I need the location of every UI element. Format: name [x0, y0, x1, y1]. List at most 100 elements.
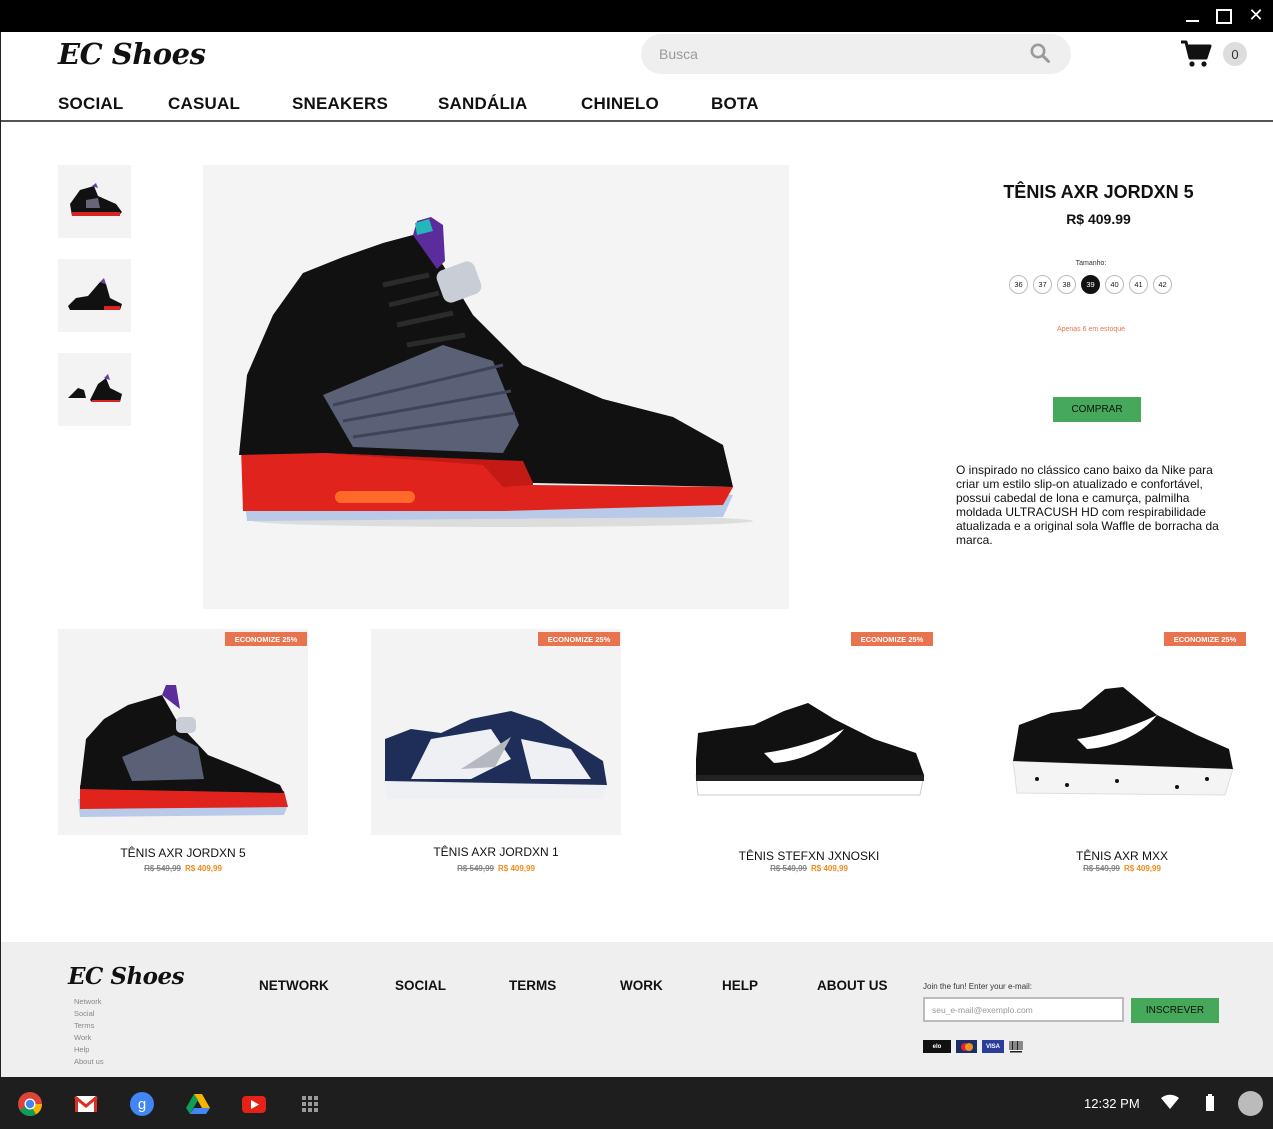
- launcher-icon[interactable]: [297, 1091, 323, 1117]
- footer-logo[interactable]: EC Shoes: [68, 963, 185, 990]
- discount-badge: ECONOMIZE 25%: [538, 632, 620, 646]
- discount-badge: ECONOMIZE 25%: [1164, 632, 1246, 646]
- shoe-thumbnail-image: [67, 373, 122, 402]
- footer-nav-work[interactable]: WORK: [620, 978, 663, 993]
- search-input[interactable]: [659, 34, 1019, 74]
- shoe-main-image: [239, 217, 753, 527]
- stock-notice: Apenas 6 em estoque: [1056, 326, 1126, 333]
- close-icon[interactable]: ✕: [1247, 7, 1265, 25]
- product-card-name[interactable]: TÊNIS AXR MXX: [997, 849, 1247, 863]
- product-thumbnail[interactable]: [58, 259, 131, 332]
- size-option[interactable]: 38: [1057, 275, 1076, 294]
- minimize-icon[interactable]: [1183, 7, 1201, 25]
- nav-item-bota[interactable]: BOTA: [711, 94, 759, 114]
- discount-badge: ECONOMIZE 25%: [225, 632, 307, 646]
- footer-link-about[interactable]: About us: [74, 1056, 104, 1068]
- footer-link-social[interactable]: Social: [74, 1008, 104, 1020]
- footer-link-network[interactable]: Network: [74, 996, 104, 1008]
- product-card-image[interactable]: [58, 629, 308, 835]
- product-card-prices: R$ 549,99 R$ 409,99: [371, 864, 621, 873]
- shoe-thumbnail-image: [69, 182, 122, 216]
- youtube-icon[interactable]: [241, 1091, 267, 1117]
- product-card-prices: R$ 549,99 R$ 409,99: [58, 864, 308, 873]
- cart-count-badge[interactable]: 0: [1223, 42, 1247, 66]
- footer-link-help[interactable]: Help: [74, 1044, 104, 1056]
- discount-badge: ECONOMIZE 25%: [851, 632, 933, 646]
- size-selector: 36 37 38 39 40 41 42: [1009, 275, 1172, 294]
- product-card-image[interactable]: [997, 629, 1247, 835]
- product-card-name[interactable]: TÊNIS AXR JORDXN 5: [58, 846, 308, 860]
- os-shelf: g 12:32 PM: [0, 1077, 1273, 1129]
- buy-button[interactable]: COMPRAR: [1053, 397, 1141, 422]
- size-option[interactable]: 41: [1129, 275, 1148, 294]
- footer-nav-terms[interactable]: TERMS: [509, 978, 556, 993]
- sale-price: R$ 409,99: [185, 864, 222, 873]
- search-icon[interactable]: [1030, 43, 1050, 63]
- product-card-prices: R$ 549,99 R$ 409,99: [684, 864, 934, 873]
- product-title: TÊNIS AXR JORDXN 5: [1003, 182, 1194, 202]
- size-label: Tamanho:: [1075, 260, 1107, 267]
- avatar[interactable]: [1238, 1091, 1263, 1116]
- product-card[interactable]: TÊNIS AXR JORDXN 1 R$ 549,99 R$ 409,99: [371, 629, 621, 879]
- nav-item-chinelo[interactable]: CHINELO: [581, 94, 659, 114]
- product-card-name[interactable]: TÊNIS AXR JORDXN 1: [371, 845, 621, 859]
- drive-icon[interactable]: [185, 1091, 211, 1117]
- product-thumbnail[interactable]: [58, 353, 131, 426]
- nav-item-casual[interactable]: CASUAL: [168, 94, 240, 114]
- nav-item-social[interactable]: SOCIAL: [58, 94, 123, 114]
- footer-link-work[interactable]: Work: [74, 1032, 104, 1044]
- old-price: R$ 549,99: [770, 864, 807, 873]
- product-main-image[interactable]: [203, 165, 789, 609]
- visa-payment-icon: VISA: [982, 1040, 1004, 1053]
- cart-icon[interactable]: [1180, 40, 1212, 68]
- size-option[interactable]: 40: [1105, 275, 1124, 294]
- mastercard-payment-icon: [956, 1040, 977, 1053]
- product-card-image[interactable]: [684, 629, 934, 835]
- footer: EC Shoes Network Social Terms Work Help …: [1, 942, 1273, 1077]
- footer-nav-about[interactable]: ABOUT US: [817, 978, 888, 993]
- product-card[interactable]: TÊNIS STEFXN JXNOSKI R$ 549,99 R$ 409,99: [684, 629, 934, 879]
- old-price: R$ 549,99: [457, 864, 494, 873]
- category-nav: SOCIAL CASUAL SNEAKERS SANDÁLIA CHINELO …: [1, 92, 1273, 122]
- product-price: R$ 409.99: [1066, 211, 1131, 227]
- size-option-selected[interactable]: 39: [1081, 275, 1100, 294]
- app-window: EC Shoes 0 SOCIAL CASUAL SNEAKERS SANDÁL…: [0, 32, 1273, 1077]
- sale-price: R$ 409,99: [811, 864, 848, 873]
- newsletter-email-field[interactable]: [923, 997, 1124, 1022]
- product-card[interactable]: TÊNIS AXR MXX R$ 549,99 R$ 409,99: [997, 629, 1247, 879]
- nav-item-sneakers[interactable]: SNEAKERS: [292, 94, 388, 114]
- footer-nav-network[interactable]: NETWORK: [259, 978, 329, 993]
- footer-nav-help[interactable]: HELP: [722, 978, 758, 993]
- product-card-image[interactable]: [371, 629, 621, 835]
- google-icon[interactable]: g: [129, 1091, 155, 1117]
- product-card[interactable]: TÊNIS AXR JORDXN 5 R$ 549,99 R$ 409,99: [58, 629, 308, 879]
- size-option[interactable]: 42: [1153, 275, 1172, 294]
- footer-nav-social[interactable]: SOCIAL: [395, 978, 446, 993]
- old-price: R$ 549,99: [1083, 864, 1120, 873]
- old-price: R$ 549,99: [144, 864, 181, 873]
- subscribe-button[interactable]: INSCREVER: [1131, 998, 1219, 1023]
- footer-link-list: Network Social Terms Work Help About us: [74, 996, 104, 1068]
- footer-link-terms[interactable]: Terms: [74, 1020, 104, 1032]
- system-clock[interactable]: 12:32 PM: [1084, 1096, 1140, 1111]
- elo-payment-icon: elo: [923, 1040, 951, 1053]
- search-bar: [641, 34, 1071, 74]
- window-titlebar: ✕: [0, 0, 1273, 32]
- sale-price: R$ 409,99: [1124, 864, 1161, 873]
- site-logo[interactable]: EC Shoes: [58, 37, 206, 71]
- chrome-icon[interactable]: [17, 1091, 43, 1117]
- size-option[interactable]: 36: [1009, 275, 1028, 294]
- nav-item-sandalia[interactable]: SANDÁLIA: [438, 94, 527, 114]
- size-option[interactable]: 37: [1033, 275, 1052, 294]
- maximize-icon[interactable]: [1215, 7, 1233, 25]
- boleto-payment-icon: [1009, 1040, 1023, 1053]
- wifi-icon[interactable]: [1160, 1093, 1180, 1111]
- svg-text:g: g: [138, 1096, 146, 1113]
- product-card-prices: R$ 549,99 R$ 409,99: [997, 864, 1247, 873]
- product-thumbnail[interactable]: [58, 165, 131, 238]
- gmail-icon[interactable]: [73, 1091, 99, 1117]
- shoe-thumbnail-image: [67, 277, 122, 310]
- battery-icon[interactable]: [1204, 1093, 1216, 1113]
- product-card-name[interactable]: TÊNIS STEFXN JXNOSKI: [684, 849, 934, 863]
- sale-price: R$ 409,99: [498, 864, 535, 873]
